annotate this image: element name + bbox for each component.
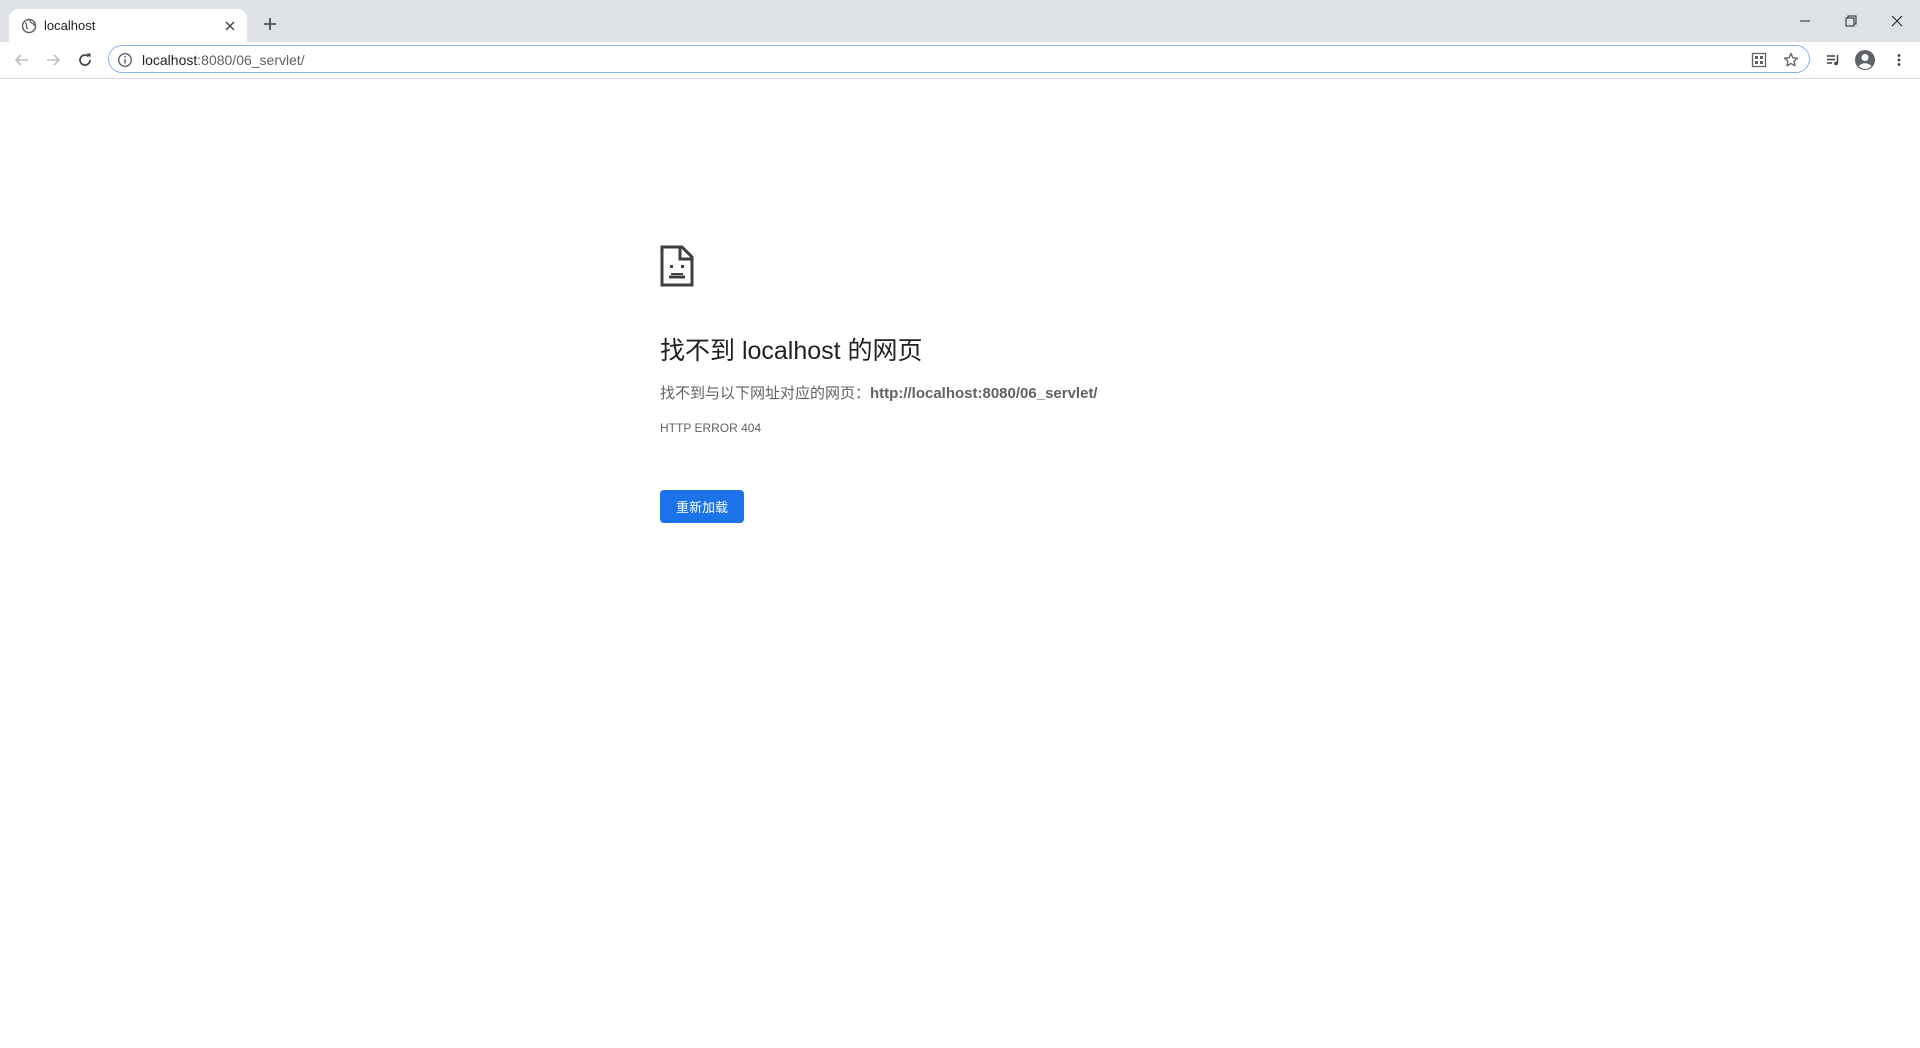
profile-icon[interactable] [1850,45,1880,75]
window-controls [1782,0,1920,42]
error-description: 找不到与以下网址对应的网页：http://localhost:8080/06_s… [660,382,1098,403]
star-icon[interactable] [1781,50,1801,70]
menu-icon[interactable] [1884,45,1914,75]
browser-window: localhost localhost:8080/06_servlet/ 找不到… [0,0,1920,1048]
close-icon[interactable] [1874,0,1920,42]
restore-icon[interactable] [1828,0,1874,42]
reload-icon[interactable] [70,45,100,75]
address-bar[interactable]: localhost:8080/06_servlet/ [108,45,1810,73]
sad-document-icon [659,244,695,288]
translate-icon[interactable] [1749,50,1769,70]
address-path: :8080/06_servlet/ [197,52,305,68]
plus-icon[interactable] [259,13,281,35]
description-url: http://localhost:8080/06_servlet/ [870,385,1098,402]
minimize-icon[interactable] [1782,0,1828,42]
description-prefix: 找不到与以下网址对应的网页： [660,385,871,402]
error-code: HTTP ERROR 404 [660,421,762,435]
tab-strip: localhost [0,0,1920,42]
tab-title: localhost [44,18,96,33]
address-text: localhost:8080/06_servlet/ [142,51,305,69]
browser-toolbar: localhost:8080/06_servlet/ [0,42,1920,79]
page-title: 找不到 localhost 的网页 [660,337,923,365]
address-host: localhost [142,52,198,68]
tab-localhost[interactable]: localhost [9,9,247,42]
reload-button[interactable]: 重新加载 [660,490,744,523]
close-icon[interactable] [221,17,239,35]
error-page: 找不到 localhost 的网页 找不到与以下网址对应的网页：http://l… [0,79,1920,1048]
media-icon[interactable] [1818,45,1848,75]
globe-icon [21,18,37,34]
back-arrow-icon[interactable] [7,45,37,75]
forward-arrow-icon[interactable] [38,45,68,75]
info-icon[interactable] [117,52,133,68]
